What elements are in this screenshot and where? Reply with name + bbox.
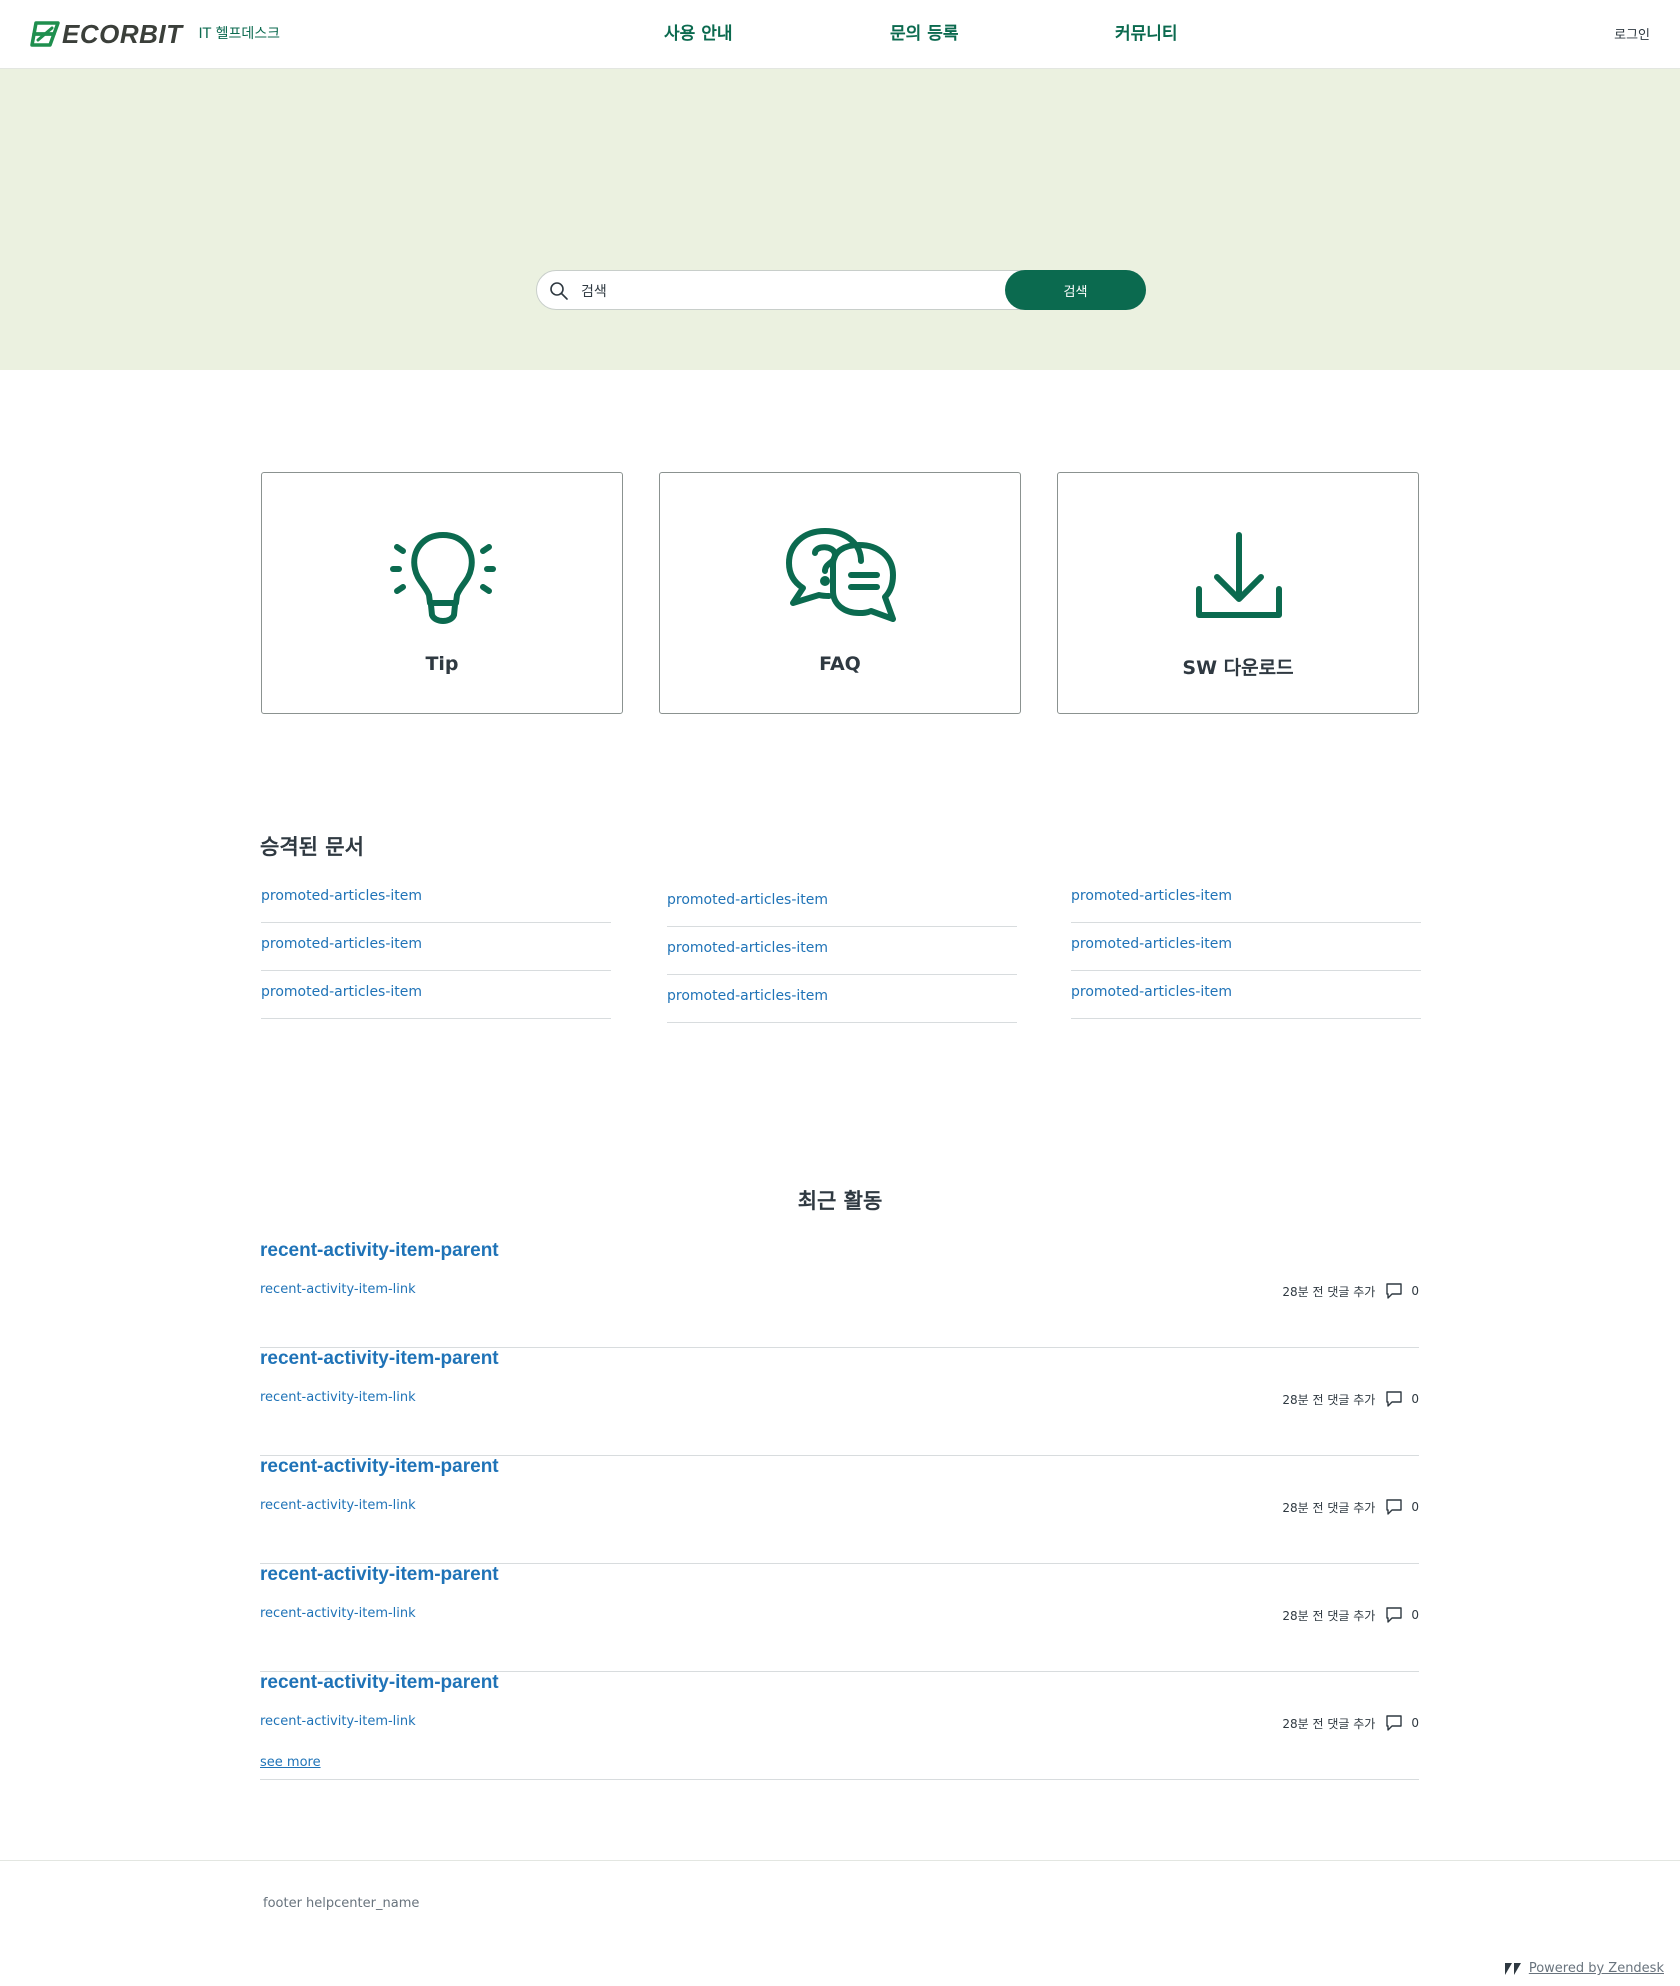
login-link[interactable]: 로그인 [1614, 24, 1650, 43]
comment-count: 0 [1411, 1392, 1419, 1406]
card-faq[interactable]: FAQ [659, 472, 1021, 714]
search-icon [550, 282, 568, 300]
comment-count: 0 [1411, 1716, 1419, 1730]
promoted-column-1: promoted-articles-item promoted-articles… [261, 875, 611, 1019]
recent-activity-item: recent-activity-item-parent recent-activ… [260, 1672, 1419, 1780]
comment-icon [1386, 1499, 1403, 1515]
activity-meta: 28분 전 댓글 추가 0 [1282, 1606, 1419, 1624]
activity-time: 28분 전 댓글 추가 [1282, 1716, 1376, 1731]
nav-item-community[interactable]: 커뮤니티 [1115, 22, 1178, 46]
activity-time: 28분 전 댓글 추가 [1282, 1392, 1376, 1407]
activity-parent-link[interactable]: recent-activity-item-parent [260, 1672, 499, 1694]
card-label: SW 다운로드 [1182, 657, 1294, 679]
comment-icon [1386, 1715, 1403, 1731]
card-label: FAQ [819, 653, 861, 675]
promoted-article-link[interactable]: promoted-articles-item [261, 923, 611, 971]
promoted-title: 승격된 문서 [260, 835, 364, 859]
comment-icon [1386, 1607, 1403, 1623]
recent-activity-item: recent-activity-item-parent recent-activ… [260, 1456, 1419, 1564]
search-button[interactable]: 검색 [1005, 270, 1146, 310]
activity-parent-link[interactable]: recent-activity-item-parent [260, 1564, 499, 1586]
card-tip[interactable]: Tip [261, 472, 623, 714]
promoted-article-link[interactable]: promoted-articles-item [1071, 923, 1421, 971]
comment-count: 0 [1411, 1500, 1419, 1514]
activity-item-link[interactable]: recent-activity-item-link [260, 1282, 416, 1297]
card-sw-download[interactable]: SW 다운로드 [1057, 472, 1419, 714]
activity-time: 28분 전 댓글 추가 [1282, 1608, 1376, 1623]
recent-activity-item: recent-activity-item-parent recent-activ… [260, 1240, 1419, 1348]
promoted-article-link[interactable]: promoted-articles-item [1071, 971, 1421, 1019]
site-footer: footer helpcenter_name Powered by Zendes… [0, 1860, 1680, 1986]
recent-activity-item: recent-activity-item-parent recent-activ… [260, 1348, 1419, 1456]
recent-activity-title: 최근 활동 [797, 1189, 883, 1213]
comment-count: 0 [1411, 1608, 1419, 1622]
promoted-article-link[interactable]: promoted-articles-item [667, 879, 1017, 927]
search-input[interactable] [581, 279, 1031, 303]
see-more-link[interactable]: see more [260, 1755, 321, 1770]
powered-by: Powered by Zendesk [1504, 1961, 1664, 1976]
download-icon [1196, 532, 1282, 618]
comment-icon [1386, 1391, 1403, 1407]
promoted-article-link[interactable]: promoted-articles-item [1071, 875, 1421, 923]
activity-item-link[interactable]: recent-activity-item-link [260, 1606, 416, 1621]
chat-question-icon [786, 528, 896, 622]
activity-meta: 28분 전 댓글 추가 0 [1282, 1714, 1419, 1732]
activity-time: 28분 전 댓글 추가 [1282, 1284, 1376, 1299]
nav-item-guide[interactable]: 사용 안내 [664, 22, 732, 46]
activity-meta: 28분 전 댓글 추가 0 [1282, 1498, 1419, 1516]
promoted-article-link[interactable]: promoted-articles-item [667, 927, 1017, 975]
activity-time: 28분 전 댓글 추가 [1282, 1500, 1376, 1515]
lightbulb-icon [390, 532, 496, 624]
activity-item-link[interactable]: recent-activity-item-link [260, 1714, 416, 1729]
recent-activity-item: recent-activity-item-parent recent-activ… [260, 1564, 1419, 1672]
hero-banner: 검색 [0, 69, 1680, 370]
promoted-article-link[interactable]: promoted-articles-item [261, 971, 611, 1019]
activity-parent-link[interactable]: recent-activity-item-parent [260, 1240, 499, 1262]
comment-count: 0 [1411, 1284, 1419, 1298]
promoted-article-link[interactable]: promoted-articles-item [667, 975, 1017, 1023]
activity-parent-link[interactable]: recent-activity-item-parent [260, 1456, 499, 1478]
powered-by-zendesk-link[interactable]: Powered by Zendesk [1529, 1961, 1664, 1976]
activity-item-link[interactable]: recent-activity-item-link [260, 1498, 416, 1513]
activity-item-link[interactable]: recent-activity-item-link [260, 1390, 416, 1405]
promoted-column-2: promoted-articles-item promoted-articles… [667, 879, 1017, 1023]
promoted-column-3: promoted-articles-item promoted-articles… [1071, 875, 1421, 1019]
nav-item-request[interactable]: 문의 등록 [890, 22, 958, 46]
site-header: ECORBIT IT 헬프데스크 사용 안내 문의 등록 커뮤니티 로그인 [0, 0, 1680, 69]
footer-helpcenter-name: footer helpcenter_name [263, 1896, 420, 1911]
activity-meta: 28분 전 댓글 추가 0 [1282, 1390, 1419, 1408]
activity-meta: 28분 전 댓글 추가 0 [1282, 1282, 1419, 1300]
main-nav: 사용 안내 문의 등록 커뮤니티 [0, 0, 1680, 69]
activity-parent-link[interactable]: recent-activity-item-parent [260, 1348, 499, 1370]
card-label: Tip [425, 653, 459, 675]
comment-icon [1386, 1283, 1403, 1299]
zendesk-icon [1504, 1962, 1521, 1975]
promoted-article-link[interactable]: promoted-articles-item [261, 875, 611, 923]
